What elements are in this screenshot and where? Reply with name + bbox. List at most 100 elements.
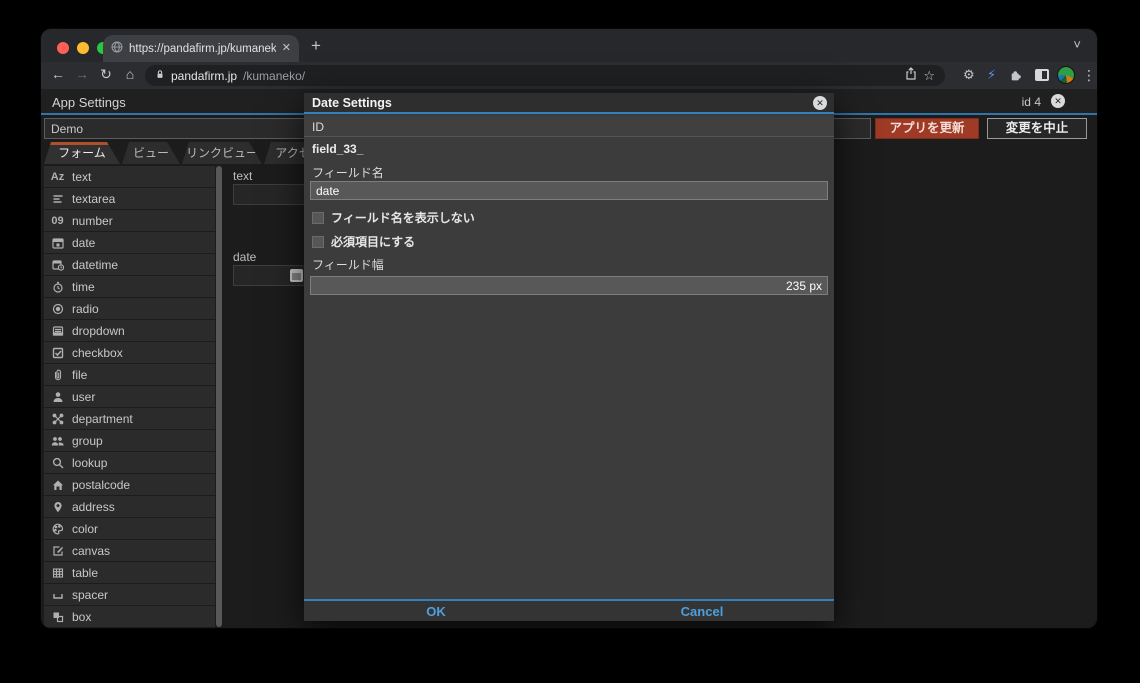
app-close-icon[interactable]: ✕ xyxy=(1051,94,1065,108)
sidebar-item-text[interactable]: Az text xyxy=(44,166,215,187)
url-path: /kumaneko/ xyxy=(243,68,306,83)
hide-field-name-checkbox-row[interactable]: フィールド名を表示しない xyxy=(312,209,475,226)
sidebar-scrollbar[interactable] xyxy=(216,166,222,627)
sidebar-item-postalcode[interactable]: postalcode xyxy=(44,474,215,495)
app-page: App Settings id 4 ✕ フォーム ビュー リンクビュー アクセス… xyxy=(41,89,1097,628)
id-label: ID xyxy=(312,120,324,134)
required-label: 必須項目にする xyxy=(331,235,416,249)
dialog-header: Date Settings ✕ xyxy=(304,93,834,114)
home-icon[interactable]: ⌂ xyxy=(121,66,139,82)
sidebar-item-box[interactable]: box xyxy=(44,606,215,627)
tab-form[interactable]: フォーム xyxy=(44,142,120,164)
calendar-icon[interactable] xyxy=(290,269,303,282)
number-icon: 09 xyxy=(51,214,64,227)
lookup-magnifier-icon xyxy=(50,457,65,469)
sidebar-item-table[interactable]: table xyxy=(44,562,215,583)
dropdown-icon xyxy=(50,325,65,337)
radio-icon xyxy=(50,303,65,315)
sidebar-item-group[interactable]: group xyxy=(44,430,215,451)
back-icon[interactable]: ← xyxy=(49,66,67,82)
sidebar-item-dropdown[interactable]: dropdown xyxy=(44,320,215,341)
tab-linkview[interactable]: リンクビュー xyxy=(182,142,262,164)
side-panel-icon[interactable] xyxy=(1035,69,1049,81)
field-width-input[interactable] xyxy=(310,276,828,295)
sidebar-item-textarea[interactable]: textarea xyxy=(44,188,215,209)
new-tab-button[interactable]: + xyxy=(311,36,321,56)
hide-field-name-label: フィールド名を表示しない xyxy=(331,211,475,225)
sidebar-item-checkbox[interactable]: checkbox xyxy=(44,342,215,363)
tab-close-icon[interactable]: ✕ xyxy=(282,43,291,54)
lock-icon xyxy=(155,67,165,85)
ok-button[interactable]: OK xyxy=(396,604,476,619)
browser-toolbar: ← → ↻ ⌂ pandafirm.jp/kumaneko/ ☆ ⚙ ⚡ ⋮ xyxy=(41,62,1097,89)
zap-extension-icon[interactable]: ⚡ xyxy=(987,67,996,83)
cancel-button[interactable]: Cancel xyxy=(662,604,742,619)
table-grid-icon xyxy=(50,567,65,579)
gear-extension-icon[interactable]: ⚙ xyxy=(963,67,975,83)
address-bar[interactable]: pandafirm.jp/kumaneko/ ☆ xyxy=(145,65,945,86)
update-app-button[interactable]: アプリを更新 xyxy=(875,118,979,139)
sidebar-item-radio[interactable]: radio xyxy=(44,298,215,319)
canvas-pencil-icon xyxy=(50,545,65,557)
checkbox-icon xyxy=(50,347,65,359)
text-icon: Az xyxy=(50,170,65,183)
kebab-menu-icon[interactable]: ⋮ xyxy=(1082,67,1096,84)
postalcode-house-icon xyxy=(50,479,65,491)
favicon-globe-icon xyxy=(111,40,123,58)
required-checkbox-row[interactable]: 必須項目にする xyxy=(312,233,415,250)
hide-field-name-checkbox[interactable] xyxy=(312,211,324,224)
sidebar-item-color[interactable]: color xyxy=(44,518,215,539)
tab-title: https://pandafirm.jp/kumaneko xyxy=(129,42,276,55)
sidebar-item-spacer[interactable]: spacer xyxy=(44,584,215,605)
reload-icon[interactable]: ↻ xyxy=(97,66,115,83)
discard-changes-button[interactable]: 変更を中止 xyxy=(987,118,1087,139)
field-name-input[interactable] xyxy=(310,181,828,200)
file-paperclip-icon xyxy=(50,369,65,381)
field-width-label: フィールド幅 xyxy=(312,258,384,272)
sidebar-item-time[interactable]: time xyxy=(44,276,215,297)
share-icon[interactable] xyxy=(905,66,917,85)
tab-overflow-chevron-icon[interactable]: ˅ xyxy=(1073,37,1081,52)
id-label-band: ID xyxy=(304,116,834,137)
spacer-icon xyxy=(50,589,65,601)
canvas-field-label: date xyxy=(233,250,257,264)
sidebar-item-date[interactable]: date xyxy=(44,232,215,253)
dialog-footer: OK Cancel xyxy=(304,599,834,621)
box-icon xyxy=(50,611,65,623)
forward-icon[interactable]: → xyxy=(73,66,91,82)
profile-avatar[interactable] xyxy=(1057,66,1075,84)
field-name-label: フィールド名 xyxy=(312,166,384,180)
page-title: App Settings xyxy=(52,95,126,110)
sidebar-item-datetime[interactable]: datetime xyxy=(44,254,215,275)
address-pin-icon xyxy=(50,501,65,513)
id-value: field_33_ xyxy=(312,142,364,156)
traffic-light-close[interactable] xyxy=(57,42,69,54)
canvas-field-label: text xyxy=(233,169,253,183)
required-checkbox[interactable] xyxy=(312,235,324,248)
canvas-date-input[interactable] xyxy=(233,265,305,286)
sidebar-item-address[interactable]: address xyxy=(44,496,215,517)
dialog-title: Date Settings xyxy=(312,96,392,110)
puzzle-extensions-icon[interactable] xyxy=(1009,69,1022,85)
tab-view[interactable]: ビュー xyxy=(122,142,180,164)
sidebar-item-canvas[interactable]: canvas xyxy=(44,540,215,561)
traffic-light-minimize[interactable] xyxy=(77,42,89,54)
dialog-close-icon[interactable]: ✕ xyxy=(813,96,827,110)
department-icon xyxy=(50,413,65,425)
date-settings-dialog: Date Settings ✕ ID field_33_ フィールド名 フィール… xyxy=(304,93,834,621)
time-icon xyxy=(50,281,65,293)
browser-tab[interactable]: https://pandafirm.jp/kumaneko ✕ xyxy=(103,35,299,62)
url-host: pandafirm.jp xyxy=(171,68,238,83)
record-id-badge: id 4 xyxy=(1021,95,1041,109)
browser-window: https://pandafirm.jp/kumaneko ✕ + ˅ ← → … xyxy=(41,29,1097,628)
datetime-icon xyxy=(50,259,65,271)
sidebar-item-number[interactable]: 09 number xyxy=(44,210,215,231)
date-icon xyxy=(50,237,65,249)
textarea-icon xyxy=(50,193,65,205)
sidebar-item-file[interactable]: file xyxy=(44,364,215,385)
color-palette-icon xyxy=(50,523,65,535)
sidebar-item-department[interactable]: department xyxy=(44,408,215,429)
sidebar-item-user[interactable]: user xyxy=(44,386,215,407)
sidebar-item-lookup[interactable]: lookup xyxy=(44,452,215,473)
bookmark-star-icon[interactable]: ☆ xyxy=(923,68,935,84)
